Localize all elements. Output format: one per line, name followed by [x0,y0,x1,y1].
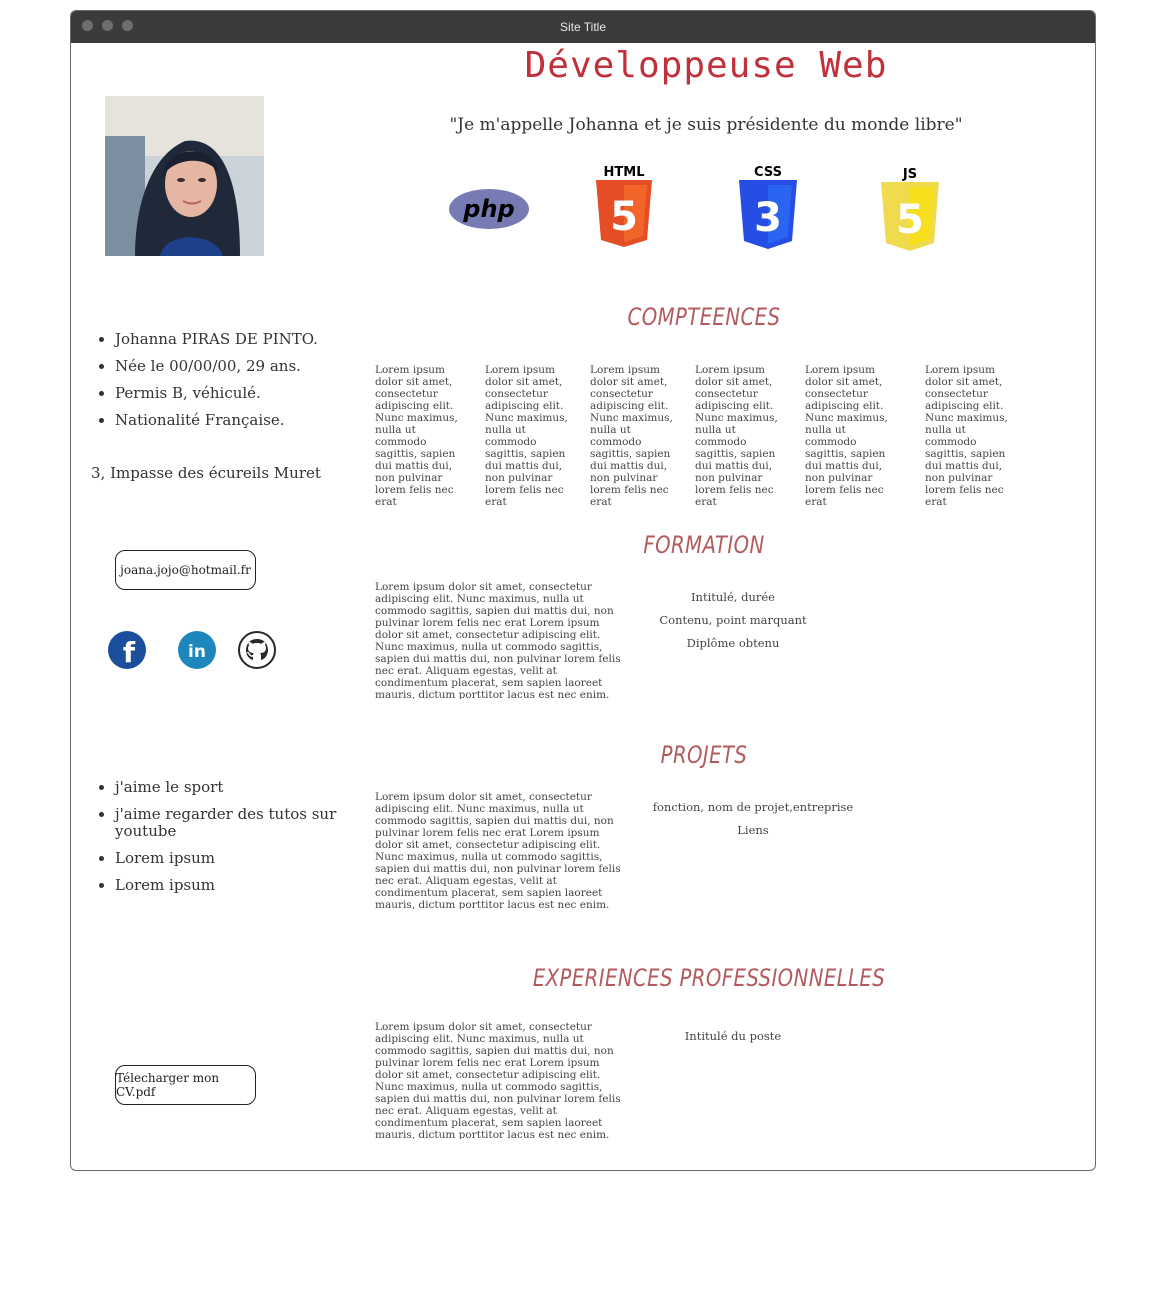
personal-info-list: Johanna PIRAS DE PINTO. Née le 00/00/00,… [71,329,318,437]
hobby-item: Lorem ipsum [115,877,365,894]
info-nationality: Nationalité Française. [115,410,318,437]
competence-text: Lorem ipsum dolor sit amet, consectetur … [375,364,458,508]
projets-text: Lorem ipsum dolor sit amet, consectetur … [375,791,621,909]
window-title: Site Title [559,20,607,34]
section-title-competences: COMPTEENCES [627,303,781,331]
formation-detail: Contenu, point marquant [659,613,807,627]
svg-text:JS: JS [902,167,917,182]
section-title-formation: FORMATION [643,531,765,559]
svg-text:in: in [188,642,206,662]
css3-logo-icon: CSS 3 [737,164,799,254]
info-name: Johanna PIRAS DE PINTO. [115,329,318,356]
info-license: Permis B, véhiculé. [115,383,318,410]
svg-text:HTML: HTML [604,165,645,180]
browser-window: Site Title Johanna PIRAS DE PINTO. Née l… [70,10,1096,1171]
php-logo-icon: php [448,188,530,234]
svg-text:f: f [123,636,136,669]
svg-text:CSS: CSS [754,165,782,180]
address: 3, Impasse des écureils Muret [91,464,321,482]
facebook-icon[interactable]: f [108,631,146,669]
intro-quote: "Je m'appelle Johanna et je suis préside… [449,115,963,135]
github-icon[interactable] [238,631,276,669]
projet-detail: fonction, nom de projet,entreprise [652,800,854,814]
experience-detail: Intitulé du poste [684,1029,782,1043]
email-button[interactable]: joana.jojo@hotmail.fr [115,550,256,590]
formation-detail: Diplôme obtenu [686,636,780,650]
competence-text: Lorem ipsum dolor sit amet, consectetur … [805,364,888,508]
svg-text:5: 5 [610,194,638,240]
hobby-item: j'aime regarder des tutos sur youtube [115,806,365,840]
linkedin-icon[interactable]: in [178,631,216,669]
window-titlebar: Site Title [71,11,1095,43]
competence-text: Lorem ipsum dolor sit amet, consectetur … [590,364,673,508]
hobbies-list: j'aime le sport j'aime regarder des tuto… [71,779,365,904]
svg-text:php: php [462,195,514,223]
section-title-projets: PROJETS [660,741,748,769]
competence-text: Lorem ipsum dolor sit amet, consectetur … [925,364,1008,508]
download-cv-button[interactable]: Télecharger mon CV.pdf [115,1065,256,1105]
html5-logo-icon: HTML 5 [594,164,654,252]
competence-text: Lorem ipsum dolor sit amet, consectetur … [695,364,778,508]
page-headline: Développeuse Web [524,45,888,86]
hobby-item: Lorem ipsum [115,850,365,867]
projet-links[interactable]: Liens [643,823,863,837]
info-birth: Née le 00/00/00, 29 ans. [115,356,318,383]
experiences-text: Lorem ipsum dolor sit amet, consectetur … [375,1021,621,1139]
competence-text: Lorem ipsum dolor sit amet, consectetur … [485,364,568,508]
svg-text:5: 5 [896,197,924,243]
formation-text: Lorem ipsum dolor sit amet, consectetur … [375,581,621,699]
formation-detail: Intitulé, durée [691,590,775,604]
hobby-item: j'aime le sport [115,779,365,796]
section-title-experiences: EXPERIENCES PROFESSIONNELLES [532,964,886,992]
profile-photo [105,96,264,256]
svg-text:3: 3 [754,195,782,241]
js-logo-icon: JS 5 [879,166,941,256]
